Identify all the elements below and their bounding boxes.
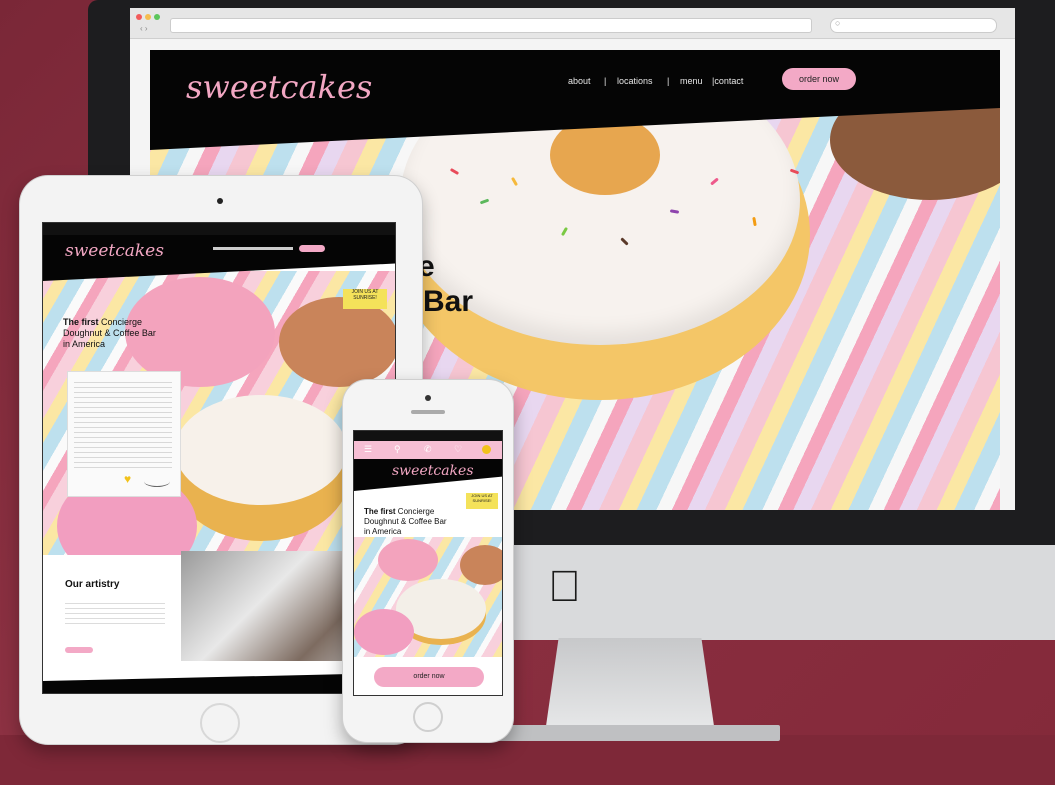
mobile-logo[interactable]: sweetcakes [392, 463, 474, 479]
imac-stand [545, 638, 715, 733]
maximize-window-icon[interactable] [154, 14, 160, 20]
camera-icon [425, 395, 431, 401]
nav-about[interactable]: about [568, 76, 591, 86]
home-button[interactable] [413, 702, 443, 732]
heart-icon: ♥ [124, 472, 132, 486]
nav-locations[interactable]: locations [617, 76, 653, 86]
nav-menu[interactable]: menu [680, 76, 703, 86]
location-icon[interactable] [482, 445, 491, 454]
sunrise-sticker: JOIN US AT SUNRISE! [466, 493, 498, 509]
mobile-headline: The first Concierge Doughnut & Coffee Ba… [364, 507, 447, 536]
phone-icon[interactable]: ✆ [424, 444, 432, 455]
tablet-nav[interactable] [213, 247, 293, 250]
artistry-paragraph [65, 599, 165, 627]
close-window-icon[interactable] [136, 14, 142, 20]
browser-search-input[interactable]: ○ [830, 18, 997, 33]
mobile-hero-image [354, 537, 502, 657]
pink-donut-image-2 [354, 609, 414, 655]
site-logo[interactable]: sweetcakes [186, 68, 372, 106]
nav-separator: | [667, 76, 670, 86]
heart-icon[interactable]: ♡ [454, 444, 462, 455]
minimize-window-icon[interactable] [145, 14, 151, 20]
speaker-grille [411, 410, 445, 414]
tablet-headline: The first Concierge Doughnut & Coffee Ba… [63, 317, 156, 349]
mobile-toolbar: ☰ ⚲ ✆ ♡ [354, 441, 502, 459]
search-icon[interactable]: ⚲ [394, 444, 401, 455]
home-button[interactable] [200, 703, 240, 743]
pink-donut-image [378, 539, 438, 581]
intro-paragraph [74, 378, 172, 468]
order-now-button[interactable]: order now [374, 667, 484, 687]
sunrise-sticker: JOIN US AT SUNRISE! [343, 289, 387, 309]
signature-icon [144, 476, 170, 487]
iphone-screen: ☰ ⚲ ✆ ♡ sweetcakes JOIN US AT SUNRISE! T… [353, 430, 503, 696]
back-forward-icon[interactable]: ‹ › [140, 24, 148, 33]
browser-toolbar: ‹ › ○ [130, 8, 1015, 39]
mobile-header: sweetcakes [354, 459, 502, 491]
address-bar[interactable] [170, 18, 812, 33]
learn-more-button[interactable] [65, 647, 93, 653]
glazed-donut-icing [175, 395, 347, 505]
camera-icon [217, 198, 223, 204]
choc-donut-image [279, 297, 395, 387]
choc-donut-image [460, 545, 502, 585]
nav-separator: | [604, 76, 607, 86]
search-icon: ○ [835, 18, 841, 28]
menu-icon[interactable]: ☰ [364, 444, 372, 455]
iphone-device: ☰ ⚲ ✆ ♡ sweetcakes JOIN US AT SUNRISE! T… [343, 380, 513, 742]
section-title: Our artistry [65, 579, 120, 590]
order-now-button[interactable]: order now [782, 68, 856, 90]
tablet-order-button[interactable] [299, 245, 325, 252]
tablet-logo[interactable]: sweetcakes [65, 241, 164, 261]
nav-separator: |contact [712, 76, 744, 86]
intro-card: ♥ [67, 371, 181, 497]
imac-stand-foot [480, 725, 780, 741]
status-bar [43, 223, 395, 235]
apple-logo-icon:  [548, 565, 581, 609]
status-bar [354, 431, 502, 441]
